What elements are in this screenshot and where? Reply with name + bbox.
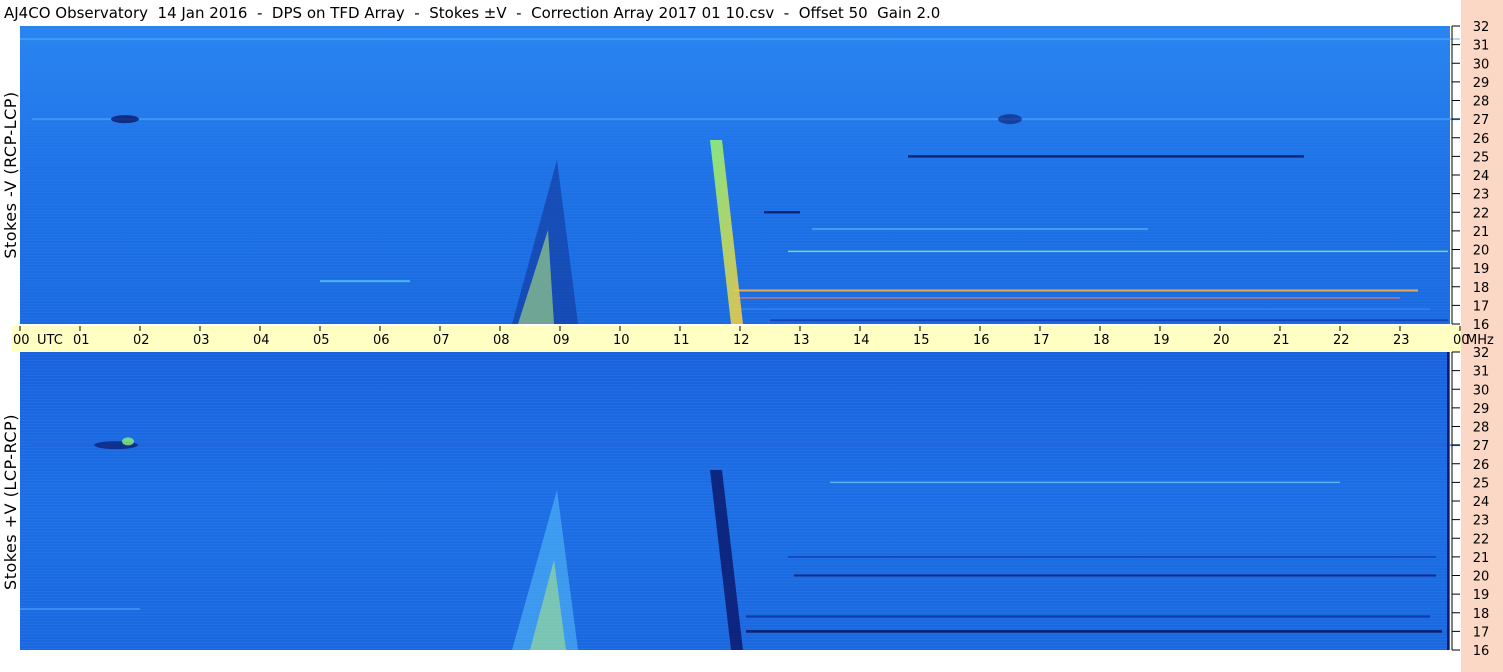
mhz-tick-label: 30: [1473, 57, 1490, 72]
spectrogram-streak: [770, 319, 1448, 322]
mhz-tick-label: 22: [1473, 532, 1490, 547]
top-mhz-axis: 16 17 18 19 20 21 22 23 24 25 26 27 28 29 30 31 32: [1451, 20, 1490, 333]
mhz-tick-label: 20: [1473, 244, 1490, 259]
utc-tick-label: 02: [133, 333, 150, 348]
mhz-tick-label: 29: [1473, 402, 1490, 417]
mhz-tick-label: 31: [1473, 39, 1490, 54]
bottom-mhz-axis: 16 17 18 19 20 21 22 23 24 25 26 27 28 29 30 31 32: [1451, 346, 1490, 659]
mhz-tick-label: 19: [1473, 588, 1490, 603]
mhz-tick-label: 32: [1473, 346, 1490, 361]
utc-tick-label: 08: [493, 333, 510, 348]
utc-tick-label: 06: [373, 333, 390, 348]
mhz-tick-label: 25: [1473, 476, 1490, 491]
spectrogram-streak: [746, 615, 1430, 618]
mhz-tick-label: 20: [1473, 570, 1490, 585]
mhz-tick-label: 16: [1473, 318, 1490, 333]
spectrogram-streak: [788, 250, 1448, 253]
utc-unit-label: UTC: [37, 333, 63, 348]
spectrogram-streak: [20, 38, 1460, 40]
mhz-tick-label: 28: [1473, 95, 1490, 110]
spectrogram-streak: [734, 289, 1418, 292]
mhz-tick-label: 29: [1473, 76, 1490, 91]
mhz-tick-label: 26: [1473, 132, 1490, 147]
mhz-tick-label: 21: [1473, 225, 1490, 240]
spectrogram-streak: [32, 444, 1460, 447]
mhz-tick-label: 27: [1473, 439, 1490, 454]
utc-tick-label: 04: [253, 333, 270, 348]
spectrogram-streak: [764, 211, 800, 214]
utc-tick-label: 12: [733, 333, 750, 348]
mhz-tick-label: 24: [1473, 495, 1490, 510]
mhz-tick-label: 31: [1473, 365, 1490, 380]
mhz-tick-label: 17: [1473, 625, 1490, 640]
utc-tick-label: 17: [1033, 333, 1050, 348]
utc-tick-label: 11: [673, 333, 690, 348]
bottom-panel: [20, 352, 1460, 650]
mhz-tick-label: 23: [1473, 188, 1490, 203]
mhz-tick-label: 30: [1473, 383, 1490, 398]
dark-spot: [998, 114, 1022, 125]
utc-tick-label: 03: [193, 333, 210, 348]
utc-tick-label: 18: [1093, 333, 1110, 348]
mhz-tick-label: 23: [1473, 514, 1490, 529]
dark-spot: [111, 115, 139, 124]
spectrogram-streak: [734, 308, 1430, 311]
utc-tick-label: 16: [973, 333, 990, 348]
spectrogram-streak: [812, 228, 1148, 230]
mhz-tick-label: 21: [1473, 551, 1490, 566]
mhz-tick-label: 24: [1473, 169, 1490, 184]
mhz-tick-label: 28: [1473, 421, 1490, 436]
mhz-tick-label: 18: [1473, 607, 1490, 622]
utc-tick-label: 20: [1213, 333, 1230, 348]
mhz-tick-label: 25: [1473, 150, 1490, 165]
utc-tick-label: 23: [1393, 333, 1410, 348]
mhz-tick-label: 32: [1473, 20, 1490, 35]
spectrogram-streak: [734, 297, 1400, 299]
utc-tick-label: 13: [793, 333, 810, 348]
utc-tick-label: 07: [433, 333, 450, 348]
mhz-tick-label: 27: [1473, 113, 1490, 128]
utc-tick-label: 22: [1333, 333, 1350, 348]
spectrogram-streak: [20, 608, 140, 611]
spectrogram-streak: [320, 280, 410, 283]
spectrogram-streak: [908, 155, 1304, 158]
utc-tick-label: 10: [613, 333, 630, 348]
utc-tick-label: 05: [313, 333, 330, 348]
mhz-tick-label: 22: [1473, 206, 1490, 221]
utc-tick-label: 01: [73, 333, 90, 348]
top-panel: [20, 26, 1460, 324]
spectrogram-streak: [794, 574, 1436, 577]
utc-tick-label: 21: [1273, 333, 1290, 348]
utc-tick-label: 14: [853, 333, 870, 348]
bright-spot: [122, 437, 134, 446]
spectrogram-chart: 00 01 02 03 04 05 06 07 08 09 10 11 12 13 14 15 16 17 18 19…: [12, 20, 1494, 659]
mhz-tick-label: 17: [1473, 299, 1490, 314]
mhz-tick-label: 18: [1473, 281, 1490, 296]
mhz-tick-label: 19: [1473, 262, 1490, 277]
spectrogram-streak: [32, 118, 1460, 121]
utc-tick-label: 09: [553, 333, 570, 348]
spectrogram-streak: [746, 630, 1442, 633]
spectrogram-streak: [788, 556, 1436, 558]
spectrogram-streak: [830, 481, 1340, 484]
utc-tick-label: 15: [913, 333, 930, 348]
utc-tick-label: 19: [1153, 333, 1170, 348]
mhz-tick-label: 16: [1473, 644, 1490, 659]
utc-tick-label: 00: [13, 333, 30, 348]
mhz-tick-label: 26: [1473, 458, 1490, 473]
